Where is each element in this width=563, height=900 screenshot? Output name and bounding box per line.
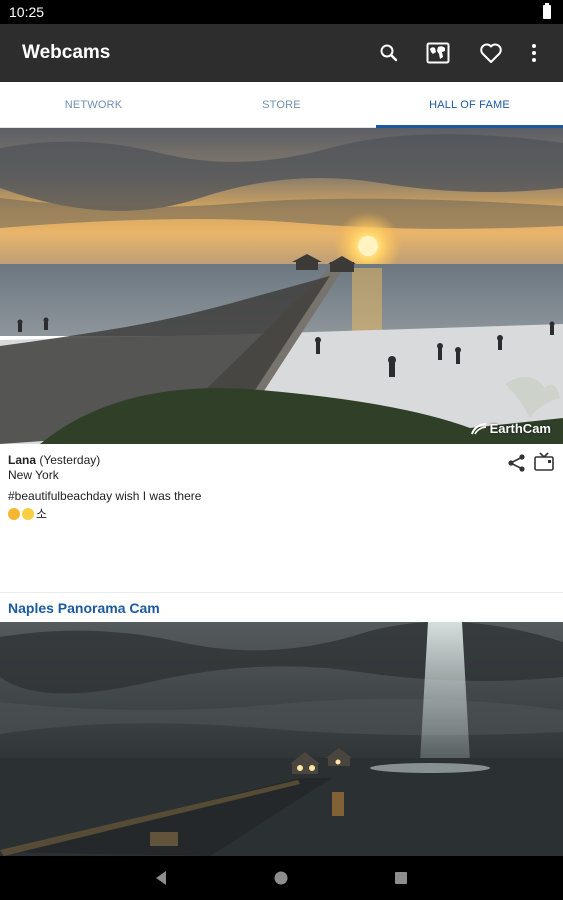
earthcam-watermark: EarthCam: [470, 421, 551, 436]
post-message: #beautifulbeachday wish I was there: [8, 489, 202, 503]
sunset-pier-image: [0, 128, 563, 444]
tv-icon: [534, 452, 554, 471]
system-nav-bar: [0, 856, 563, 900]
tab-store[interactable]: STORE: [187, 82, 376, 128]
status-bar: 10:25: [0, 0, 563, 24]
tab-network[interactable]: NETWORK: [0, 82, 187, 128]
earthcam-logo-icon: [470, 422, 486, 434]
camera-title[interactable]: Naples Panorama Cam: [8, 600, 160, 616]
post-emoji-line: 소: [8, 505, 47, 522]
status-time: 10:25: [9, 4, 45, 20]
share-button[interactable]: [506, 452, 528, 474]
battery-icon: [543, 3, 551, 19]
post-time: (Yesterday): [39, 453, 101, 467]
app-bar: Webcams: [0, 24, 563, 82]
post-author[interactable]: Lana: [8, 453, 36, 467]
sweat-smile-emoji-icon: [22, 507, 34, 520]
share-icon: [508, 454, 525, 472]
overflow-menu-button[interactable]: [517, 36, 551, 70]
map-icon: [426, 42, 450, 64]
tab-bar: NETWORK STORE HALL OF FAME: [0, 82, 563, 128]
search-button[interactable]: [372, 36, 406, 70]
post-card: Lana (Yesterday) New York #beautifulbeac…: [0, 444, 563, 592]
watch-camera-button[interactable]: [533, 451, 555, 473]
favorites-button[interactable]: [474, 36, 508, 70]
camera-image[interactable]: [0, 622, 563, 856]
post-image[interactable]: EarthCam: [0, 128, 563, 444]
home-icon: [274, 871, 288, 885]
divider: [0, 592, 563, 593]
laughing-emoji-icon: [8, 507, 20, 520]
post-author-line: Lana (Yesterday): [8, 453, 100, 467]
search-icon: [380, 44, 398, 62]
feed[interactable]: EarthCam Lana (Yesterday) New York #beau…: [0, 128, 563, 856]
home-button[interactable]: [271, 868, 291, 888]
more-vert-icon: [532, 44, 536, 62]
app-title: Webcams: [22, 42, 111, 63]
post-location: New York: [8, 468, 59, 482]
tab-hall-of-fame[interactable]: HALL OF FAME: [376, 82, 563, 128]
recents-button[interactable]: [391, 868, 411, 888]
map-button[interactable]: [421, 36, 455, 70]
recents-icon: [395, 872, 407, 884]
post-emoji-text: 소: [36, 507, 48, 521]
back-button[interactable]: [151, 868, 171, 888]
back-icon: [156, 871, 166, 885]
night-pier-image: [0, 622, 563, 856]
heart-icon: [480, 43, 502, 63]
